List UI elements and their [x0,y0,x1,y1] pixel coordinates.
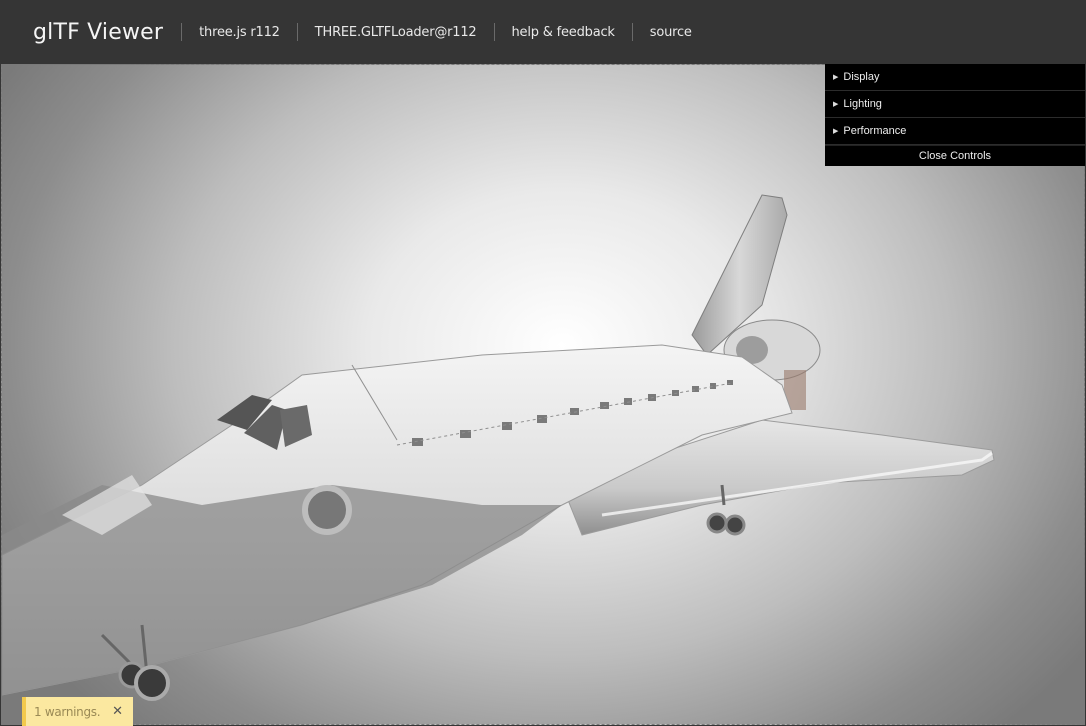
nav-link-threejs[interactable]: three.js r112 [182,25,297,40]
folder-label: Lighting [843,98,882,110]
close-icon[interactable]: ✕ [112,704,123,719]
nav-link-gltfloader[interactable]: THREE.GLTFLoader@r112 [298,25,494,40]
header-nav: three.js r112 THREE.GLTFLoader@r112 help… [181,23,709,41]
folder-lighting[interactable]: ▶ Lighting [825,91,1085,118]
caret-right-icon: ▶ [833,101,839,108]
warning-toast: 1 warnings. ✕ [22,697,133,726]
app-header: glTF Viewer three.js r112 THREE.GLTFLoad… [0,0,1086,64]
nav-link-source[interactable]: source [633,25,709,40]
warning-message: 1 warnings. [34,704,101,719]
app-title: glTF Viewer [33,19,164,45]
folder-display[interactable]: ▶ Display [825,64,1085,91]
caret-right-icon: ▶ [833,74,839,81]
folder-performance[interactable]: ▶ Performance [825,118,1085,145]
nav-link-help-feedback[interactable]: help & feedback [495,25,632,40]
folder-label: Performance [843,125,907,137]
caret-right-icon: ▶ [833,128,839,135]
folder-label: Display [843,71,880,83]
controls-panel: ▶ Display ▶ Lighting ▶ Performance Close… [825,64,1085,166]
close-controls-button[interactable]: Close Controls [825,145,1085,166]
